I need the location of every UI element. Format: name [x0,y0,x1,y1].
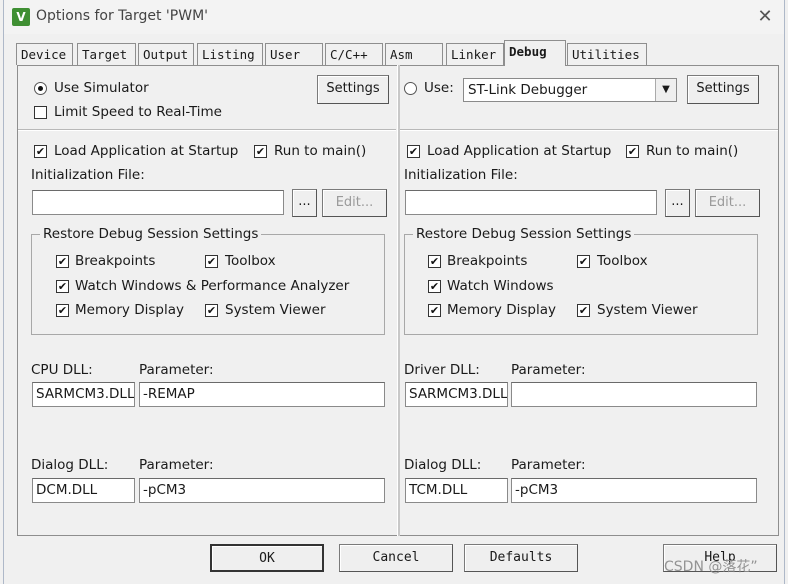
use-simulator-radio[interactable] [34,82,47,95]
options-dialog: V Options for Target 'PWM' ✕ Device Targ… [3,0,785,584]
window-title: Options for Target 'PWM' [36,8,208,24]
tab-listing[interactable]: Listing [197,43,263,65]
left-breakpoints-checkbox[interactable]: ✔ [56,255,69,268]
left-edit-button[interactable]: Edit... [322,189,387,217]
left-toolbox-label: Toolbox [225,253,276,269]
left-watch-windows-checkbox[interactable]: ✔ [56,280,69,293]
tab-user[interactable]: User [265,43,323,65]
right-init-file-input[interactable] [405,190,657,215]
close-icon[interactable]: ✕ [752,5,778,29]
cpu-param-label: Parameter: [139,362,214,378]
right-toolbox-label: Toolbox [597,253,648,269]
tab-output[interactable]: Output [138,43,194,65]
left-init-file-label: Initialization File: [31,167,145,183]
watermark: CSDN @落花” [664,559,758,575]
right-init-file-label: Initialization File: [404,167,518,183]
left-memory-display-label: Memory Display [75,302,184,318]
panel-divider [397,65,400,536]
use-debugger-label: Use: [424,80,454,96]
left-memory-display-checkbox[interactable]: ✔ [56,304,69,317]
driver-dll-input[interactable]: SARMCM3.DLL [405,382,508,407]
use-simulator-label: Use Simulator [54,80,149,96]
left-breakpoints-label: Breakpoints [75,253,156,269]
right-separator [400,129,778,131]
simulator-settings-button[interactable]: Settings [317,75,389,104]
right-dialog-dll-label: Dialog DLL: [404,457,482,473]
use-debugger-radio[interactable] [404,82,417,95]
right-memory-display-label: Memory Display [447,302,556,318]
limit-speed-label: Limit Speed to Real-Time [54,104,222,120]
right-system-viewer-checkbox[interactable]: ✔ [577,304,590,317]
right-breakpoints-label: Breakpoints [447,253,528,269]
tab-linker[interactable]: Linker [446,43,504,65]
debugger-settings-button[interactable]: Settings [687,75,759,104]
right-load-app-label: Load Application at Startup [427,143,612,159]
left-restore-title: Restore Debug Session Settings [40,226,262,242]
defaults-button[interactable]: Defaults [464,544,578,572]
left-separator [18,129,396,131]
tab-utilities[interactable]: Utilities [567,43,647,65]
left-browse-button[interactable]: ... [292,189,317,217]
left-system-viewer-label: System Viewer [225,302,326,318]
left-load-app-checkbox[interactable]: ✔ [34,145,47,158]
cpu-dll-input[interactable]: SARMCM3.DLL [32,382,135,407]
title-bar: V Options for Target 'PWM' ✕ [4,0,784,34]
left-system-viewer-checkbox[interactable]: ✔ [205,304,218,317]
left-load-app-label: Load Application at Startup [54,143,239,159]
right-edit-button[interactable]: Edit... [695,189,760,217]
right-browse-button[interactable]: ... [665,189,690,217]
driver-dll-label: Driver DLL: [404,362,480,378]
right-watch-windows-checkbox[interactable]: ✔ [428,280,441,293]
right-dialog-dll-input[interactable]: TCM.DLL [405,478,508,503]
left-watch-windows-label: Watch Windows & Performance Analyzer [75,278,350,294]
cpu-param-input[interactable]: -REMAP [139,382,385,407]
right-dialog-param-label: Parameter: [511,457,586,473]
left-dialog-dll-label: Dialog DLL: [31,457,109,473]
debugger-select-value: ST-Link Debugger [468,82,588,98]
left-run-to-main-checkbox[interactable]: ✔ [254,145,267,158]
right-system-viewer-label: System Viewer [597,302,698,318]
right-breakpoints-checkbox[interactable]: ✔ [428,255,441,268]
tab-cc[interactable]: C/C++ [325,43,383,65]
left-run-to-main-label: Run to main() [274,143,367,159]
right-restore-title: Restore Debug Session Settings [413,226,635,242]
right-dialog-param-input[interactable]: -pCM3 [511,478,757,503]
debugger-select[interactable]: ST-Link Debugger ▼ [463,78,677,102]
tab-debug[interactable]: Debug [504,40,566,66]
right-memory-display-checkbox[interactable]: ✔ [428,304,441,317]
tab-device[interactable]: Device [16,43,73,65]
tab-asm[interactable]: Asm [385,43,443,65]
cpu-dll-label: CPU DLL: [31,362,93,378]
left-dialog-dll-input[interactable]: DCM.DLL [32,478,135,503]
left-init-file-input[interactable] [32,190,284,215]
right-watch-windows-label: Watch Windows [447,278,554,294]
limit-speed-checkbox[interactable] [34,106,47,119]
right-run-to-main-label: Run to main() [646,143,739,159]
left-dialog-param-input[interactable]: -pCM3 [139,478,385,503]
ok-button[interactable]: OK [210,544,324,572]
chevron-down-icon[interactable]: ▼ [655,79,676,101]
app-icon: V [12,8,30,26]
driver-param-label: Parameter: [511,362,586,378]
left-dialog-param-label: Parameter: [139,457,214,473]
right-load-app-checkbox[interactable]: ✔ [407,145,420,158]
cancel-button[interactable]: Cancel [339,544,453,572]
driver-param-input[interactable] [511,382,757,407]
right-run-to-main-checkbox[interactable]: ✔ [626,145,639,158]
left-toolbox-checkbox[interactable]: ✔ [205,255,218,268]
tab-target[interactable]: Target [77,43,136,65]
right-toolbox-checkbox[interactable]: ✔ [577,255,590,268]
